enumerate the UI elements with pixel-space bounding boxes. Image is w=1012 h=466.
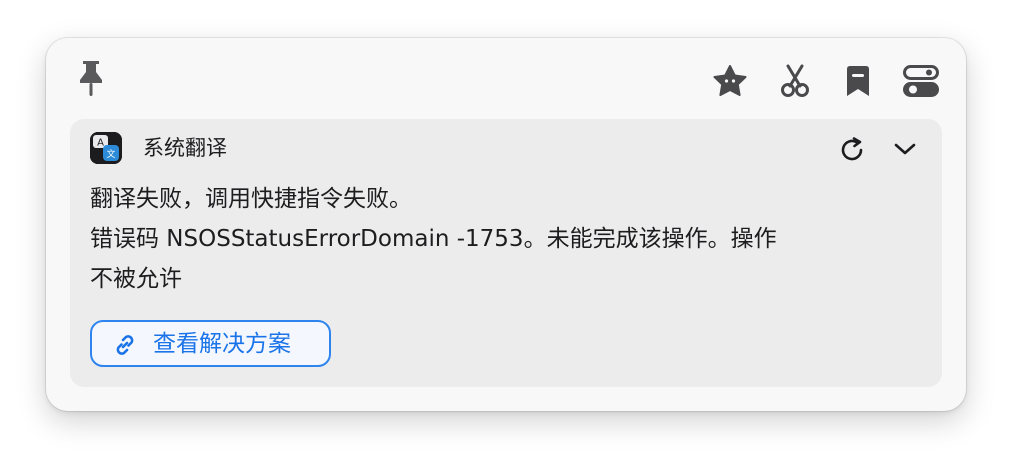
apple-translate-app-icon: A 文 (90, 132, 122, 164)
svg-text:文: 文 (106, 148, 115, 160)
toggle-switch-icon[interactable] (902, 62, 940, 100)
service-name: 系统翻译 (143, 136, 227, 160)
error-message: 翻译失败，调用快捷指令失败。 错误码 NSOSStatusErrorDomain… (90, 179, 910, 299)
svg-text:A: A (97, 138, 104, 149)
error-message-line: 错误码 NSOSStatusErrorDomain -1753。未能完成该操作。… (90, 226, 777, 252)
bookmark-icon[interactable] (841, 62, 875, 100)
view-solution-label: 查看解决方案 (153, 331, 291, 357)
error-message-line: 翻译失败，调用快捷指令失败。 (90, 186, 412, 212)
star-badge-icon[interactable] (710, 62, 750, 100)
view-solution-button[interactable]: 查看解决方案 (90, 320, 331, 367)
translation-result-card: A 文 系统翻译 翻译失败，调用快捷指令失败。 错误码 NSOSStatusEr… (70, 119, 942, 387)
refresh-icon[interactable] (837, 135, 867, 165)
chevron-down-icon[interactable] (891, 137, 919, 161)
translation-popup-window: A 文 系统翻译 翻译失败，调用快捷指令失败。 错误码 NSOSStatusEr… (46, 38, 966, 411)
pin-icon[interactable] (74, 58, 108, 98)
error-message-line: 不被允许 (90, 266, 182, 292)
scissors-icon[interactable] (776, 62, 814, 100)
link-icon (112, 332, 138, 358)
